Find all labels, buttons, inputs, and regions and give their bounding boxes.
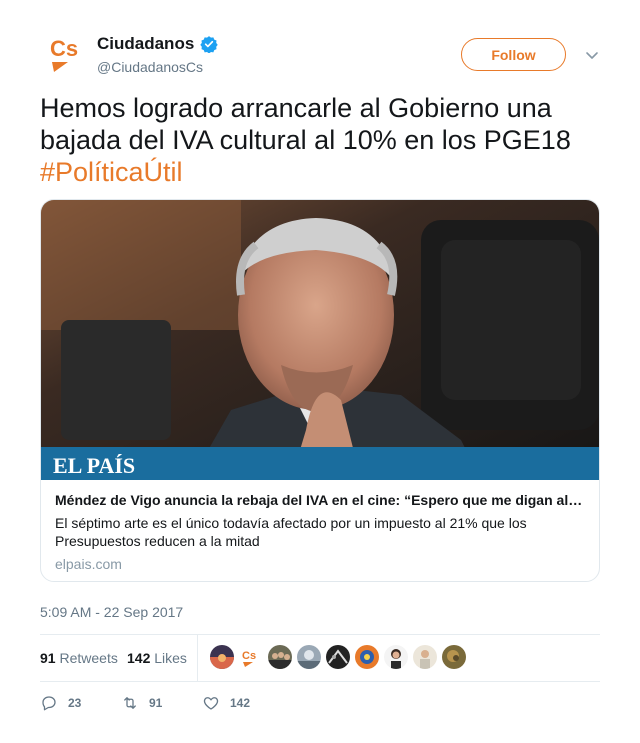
retweets-stat[interactable]: 91 Retweets [40, 650, 118, 666]
liker-avatar[interactable]: Cs [239, 645, 263, 669]
card-title[interactable]: Méndez de Vigo anuncia la rebaja del IVA… [55, 492, 587, 508]
likes-count: 142 [127, 650, 151, 666]
like-action[interactable]: 142 [202, 694, 250, 712]
verified-badge-icon [200, 36, 218, 53]
card-domain: elpais.com [55, 556, 122, 572]
liker-avatar[interactable] [413, 645, 437, 669]
liker-avatar[interactable] [210, 645, 234, 669]
liker-avatar[interactable] [297, 645, 321, 669]
account-avatar[interactable]: Cs [40, 30, 90, 80]
reply-icon [42, 696, 56, 711]
tweet-text: Hemos logrado arrancarle al Gobierno una… [40, 92, 600, 188]
liker-avatar[interactable] [326, 645, 350, 669]
stats-separator [197, 635, 198, 681]
liker-avatar[interactable] [384, 645, 408, 669]
like-count: 142 [230, 696, 251, 710]
likes-label: Likes [154, 650, 187, 666]
card-description: El séptimo arte es el único todavía afec… [55, 515, 527, 549]
chevron-down-icon[interactable] [584, 47, 600, 63]
retweet-icon [124, 697, 136, 709]
tweet-stats: 91 Retweets 142 Likes Cs [40, 635, 600, 681]
svg-text:Cs: Cs [50, 36, 78, 61]
stats-bottom-divider [40, 681, 600, 682]
retweet-count: 91 [149, 696, 163, 710]
account-handle[interactable]: @CiudadanosCs [97, 59, 203, 75]
ciudadanos-logo-icon: Cs [50, 36, 78, 72]
tweet-actions: 23 91 142 [40, 690, 600, 718]
display-name[interactable]: Ciudadanos [97, 34, 194, 54]
follow-button[interactable]: Follow [461, 38, 566, 71]
liker-avatar[interactable] [355, 645, 379, 669]
reply-count: 23 [68, 696, 82, 710]
retweet-action[interactable]: 91 [121, 694, 162, 712]
liker-avatar[interactable] [442, 645, 466, 669]
card-image-brand: EL PAÍS [53, 453, 135, 478]
tweet-header: Cs Ciudadanos @CiudadanosCs Follow [40, 30, 600, 80]
reply-action[interactable]: 23 [40, 694, 81, 712]
tweet-timestamp[interactable]: 5:09 AM - 22 Sep 2017 [40, 604, 183, 620]
link-card[interactable]: EL PAÍS Méndez de Vigo anuncia la rebaja… [40, 199, 600, 582]
retweets-label: Retweets [59, 650, 118, 666]
liker-avatar[interactable] [268, 645, 292, 669]
likes-stat[interactable]: 142 Likes [127, 650, 187, 666]
heart-icon [203, 697, 219, 710]
tweet-body: Hemos logrado arrancarle al Gobierno una… [40, 93, 571, 155]
hashtag-link[interactable]: #PolíticaÚtil [40, 157, 183, 187]
svg-text:Cs: Cs [242, 650, 256, 662]
likers-avatars: Cs [210, 645, 466, 669]
card-image: EL PAÍS [41, 200, 599, 480]
retweets-count: 91 [40, 650, 56, 666]
